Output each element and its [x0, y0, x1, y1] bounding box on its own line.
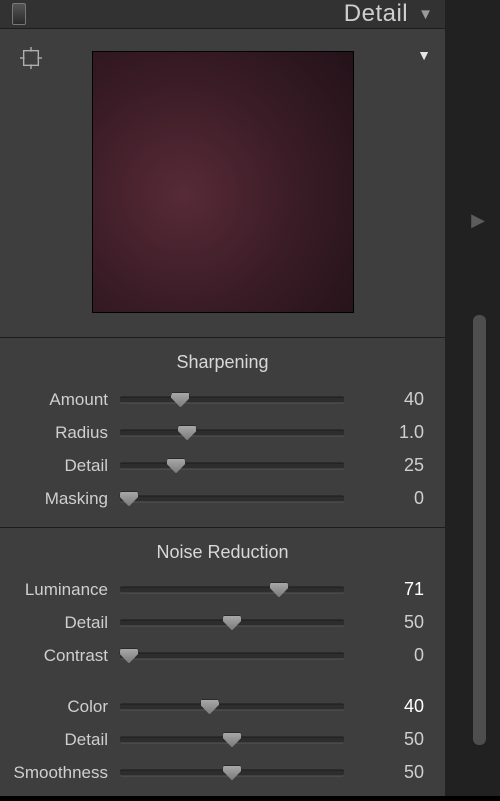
noise-contrast-value[interactable]: 0 [356, 645, 424, 666]
panel-title: Detail [26, 0, 418, 28]
detail-panel: Detail ▼ ▼ Sharpening Amount 40 Radius 1… [0, 0, 445, 796]
noise-reduction-section: Noise Reduction Luminance 71 Detail 50 C… [0, 528, 445, 801]
noise-color-value[interactable]: 40 [356, 696, 424, 717]
preview-menu-icon[interactable]: ▼ [417, 47, 431, 63]
noise-ldetail-slider[interactable] [120, 614, 344, 632]
sharpen-detail-slider[interactable] [120, 457, 344, 475]
sharpen-masking-label: Masking [0, 489, 108, 509]
noise-title: Noise Reduction [0, 542, 445, 563]
sharpening-section: Sharpening Amount 40 Radius 1.0 Detail 2… [0, 338, 445, 528]
detail-preview-section: ▼ [0, 29, 445, 338]
panel-toggle-switch[interactable] [12, 3, 26, 25]
sharpen-detail-row: Detail 25 [0, 449, 445, 482]
noise-smoothness-label: Smoothness [0, 763, 108, 783]
noise-luminance-value[interactable]: 71 [356, 579, 424, 600]
noise-ldetail-label: Detail [0, 613, 108, 633]
noise-smoothness-value[interactable]: 50 [356, 762, 424, 783]
noise-ldetail-row: Detail 50 [0, 606, 445, 639]
noise-contrast-label: Contrast [0, 646, 108, 666]
sharpen-masking-value[interactable]: 0 [356, 488, 424, 509]
noise-smoothness-row: Smoothness 50 [0, 756, 445, 789]
noise-color-slider[interactable] [120, 698, 344, 716]
sharpen-masking-row: Masking 0 [0, 482, 445, 515]
panel-scrollbar[interactable] [473, 315, 486, 745]
sharpen-radius-label: Radius [0, 423, 108, 443]
panel-collapse-icon[interactable]: ▼ [418, 6, 433, 23]
pick-area-icon[interactable] [20, 47, 42, 69]
sharpen-amount-value[interactable]: 40 [356, 389, 424, 410]
noise-luminance-slider[interactable] [120, 581, 344, 599]
noise-smoothness-slider[interactable] [120, 764, 344, 782]
noise-ldetail-value[interactable]: 50 [356, 612, 424, 633]
expand-right-icon[interactable]: ▶ [471, 210, 485, 231]
noise-cdetail-value[interactable]: 50 [356, 729, 424, 750]
sharpen-amount-row: Amount 40 [0, 383, 445, 416]
sharpen-detail-value[interactable]: 25 [356, 455, 424, 476]
sharpen-amount-label: Amount [0, 390, 108, 410]
noise-luminance-row: Luminance 71 [0, 573, 445, 606]
sharpen-radius-row: Radius 1.0 [0, 416, 445, 449]
sharpening-title: Sharpening [0, 352, 445, 373]
noise-contrast-row: Contrast 0 [0, 639, 445, 672]
right-gutter: ▶ [445, 0, 500, 796]
sharpen-amount-slider[interactable] [120, 391, 344, 409]
panel-header: Detail ▼ [0, 0, 445, 29]
detail-preview-image[interactable] [92, 51, 354, 313]
noise-cdetail-label: Detail [0, 730, 108, 750]
noise-cdetail-row: Detail 50 [0, 723, 445, 756]
noise-contrast-slider[interactable] [120, 647, 344, 665]
sharpen-masking-slider[interactable] [120, 490, 344, 508]
noise-cdetail-slider[interactable] [120, 731, 344, 749]
noise-color-row: Color 40 [0, 690, 445, 723]
sharpen-detail-label: Detail [0, 456, 108, 476]
noise-color-label: Color [0, 697, 108, 717]
sharpen-radius-slider[interactable] [120, 424, 344, 442]
sharpen-radius-value[interactable]: 1.0 [356, 422, 424, 443]
noise-luminance-label: Luminance [0, 580, 108, 600]
